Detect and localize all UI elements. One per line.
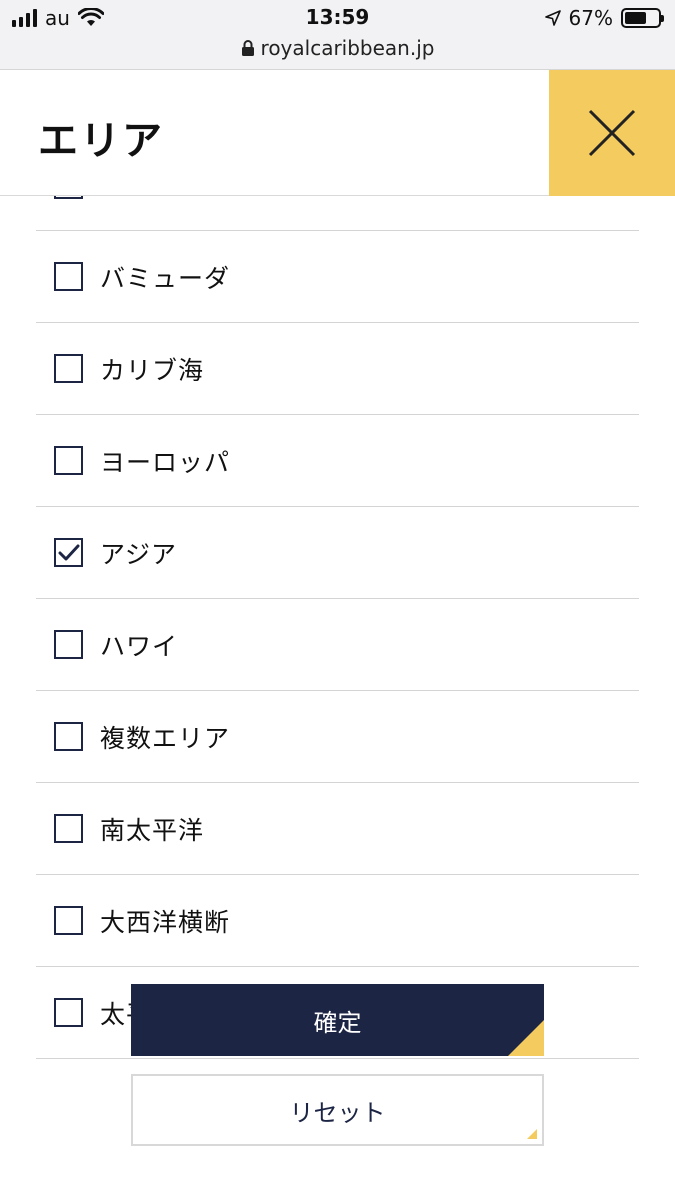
area-option-label: ハワイ — [100, 631, 179, 661]
address-bar[interactable]: royalcaribbean.jp — [0, 36, 675, 60]
area-option-label: 大西洋横断 — [100, 907, 231, 937]
lock-icon — [241, 40, 254, 56]
checkbox[interactable] — [54, 446, 83, 475]
area-option-label: ヨーロッパ — [100, 447, 231, 477]
checkbox[interactable] — [54, 998, 83, 1027]
confirm-button-label: 確定 — [313, 1008, 362, 1037]
area-option-label: バミューダ — [100, 263, 231, 293]
confirm-button[interactable]: 確定 — [131, 984, 544, 1056]
area-option-item[interactable]: 南太平洋 — [36, 783, 639, 875]
checkbox[interactable] — [54, 722, 83, 751]
area-option-item[interactable]: ハワイ — [36, 599, 639, 691]
area-option-label: カリブ海 — [100, 355, 205, 385]
location-arrow-icon — [544, 10, 561, 26]
area-option-item[interactable]: カリブ海 — [36, 323, 639, 415]
modal-header: エリア — [0, 70, 675, 196]
reset-button-label: リセット — [289, 1098, 386, 1127]
close-x-icon — [588, 109, 636, 157]
checkbox[interactable] — [54, 262, 83, 291]
corner-accent-triangle — [508, 1020, 544, 1056]
area-option-item[interactable]: ヨーロッパ — [36, 415, 639, 507]
area-option-item[interactable]: バミューダ — [36, 231, 639, 323]
close-button[interactable] — [549, 70, 675, 196]
ios-status-bar: au 13:59 royalcaribbean.jp 67% — [0, 0, 675, 70]
checkbox-checked[interactable] — [54, 538, 83, 567]
area-option-item[interactable]: 大西洋横断 — [36, 875, 639, 967]
checkbox[interactable] — [54, 814, 83, 843]
modal-title: エリア — [38, 118, 164, 164]
checkbox[interactable] — [54, 906, 83, 935]
area-option-item[interactable]: 複数エリア — [36, 691, 639, 783]
area-checkbox-list: バミューダカリブ海ヨーロッパアジアハワイ複数エリア南太平洋大西洋横断太平洋横断 — [36, 139, 639, 1059]
corner-accent-triangle — [527, 1129, 537, 1139]
checkmark-icon — [58, 544, 79, 560]
area-option-item[interactable]: アジア — [36, 507, 639, 599]
battery-percent: 67% — [568, 6, 613, 30]
status-right: 67% — [544, 6, 664, 30]
checkbox[interactable] — [54, 354, 83, 383]
area-option-label: アジア — [100, 539, 178, 569]
area-option-label: 複数エリア — [100, 723, 231, 753]
battery-fill — [625, 12, 647, 24]
area-option-label: 南太平洋 — [100, 815, 205, 845]
url-text: royalcaribbean.jp — [260, 36, 435, 60]
battery-icon — [621, 8, 664, 28]
reset-button[interactable]: リセット — [131, 1074, 544, 1146]
checkbox[interactable] — [54, 630, 83, 659]
